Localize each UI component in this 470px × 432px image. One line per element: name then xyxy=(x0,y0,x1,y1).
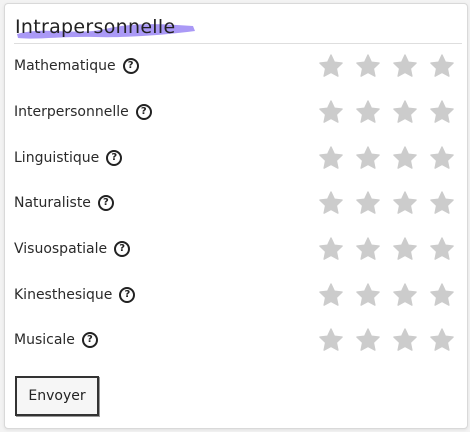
rating-label: Kinesthesique xyxy=(14,287,113,303)
card-title: Intrapersonnelle xyxy=(15,16,176,38)
star-icon[interactable] xyxy=(318,190,344,216)
rating-label: Naturaliste xyxy=(14,195,91,211)
rating-label: Linguistique xyxy=(14,150,100,166)
star-icon[interactable] xyxy=(429,282,455,308)
star-icon[interactable] xyxy=(429,327,455,353)
help-icon[interactable]: ? xyxy=(114,241,131,257)
star-rating xyxy=(318,190,455,216)
star-icon[interactable] xyxy=(355,145,381,171)
star-rating xyxy=(318,282,455,308)
star-rating xyxy=(318,145,455,171)
star-rating xyxy=(318,236,455,262)
rating-label: Musicale xyxy=(14,332,75,348)
star-icon[interactable] xyxy=(392,53,418,79)
rating-row-naturaliste: Naturaliste ? xyxy=(14,183,455,223)
help-icon[interactable]: ? xyxy=(119,287,136,303)
rating-row-mathematique: Mathematique ? xyxy=(14,46,455,86)
star-icon[interactable] xyxy=(355,190,381,216)
star-rating xyxy=(318,99,455,125)
rating-label: Visuospatiale xyxy=(14,241,108,257)
rating-row-interpersonnelle: Interpersonnelle ? xyxy=(14,92,455,132)
rating-row-musicale: Musicale ? xyxy=(14,320,455,360)
help-icon[interactable]: ? xyxy=(135,104,152,120)
star-icon[interactable] xyxy=(318,327,344,353)
rating-row-kinesthesique: Kinesthesique ? xyxy=(14,275,455,315)
star-rating xyxy=(318,53,455,79)
star-icon[interactable] xyxy=(318,236,344,262)
help-icon[interactable]: ? xyxy=(106,150,123,166)
submit-button[interactable]: Envoyer xyxy=(15,376,99,416)
rating-label: Interpersonnelle xyxy=(14,104,129,120)
rating-row-visuospatiale: Visuospatiale ? xyxy=(14,229,455,269)
star-icon[interactable] xyxy=(318,99,344,125)
help-icon[interactable]: ? xyxy=(81,332,98,348)
star-icon[interactable] xyxy=(355,53,381,79)
star-icon[interactable] xyxy=(355,327,381,353)
star-icon[interactable] xyxy=(355,282,381,308)
star-icon[interactable] xyxy=(392,190,418,216)
star-icon[interactable] xyxy=(355,236,381,262)
star-icon[interactable] xyxy=(429,236,455,262)
star-icon[interactable] xyxy=(429,53,455,79)
star-icon[interactable] xyxy=(392,236,418,262)
header-divider xyxy=(14,43,462,44)
star-icon[interactable] xyxy=(318,53,344,79)
star-icon[interactable] xyxy=(318,282,344,308)
star-icon[interactable] xyxy=(429,99,455,125)
star-icon[interactable] xyxy=(392,145,418,171)
star-icon[interactable] xyxy=(355,99,381,125)
help-icon[interactable]: ? xyxy=(122,58,139,74)
star-icon[interactable] xyxy=(429,190,455,216)
rating-label: Mathematique xyxy=(14,58,116,74)
help-icon[interactable]: ? xyxy=(97,195,114,211)
card-header: Intrapersonnelle xyxy=(15,11,195,43)
star-icon[interactable] xyxy=(392,99,418,125)
rating-row-linguistique: Linguistique ? xyxy=(14,138,455,178)
star-icon[interactable] xyxy=(392,327,418,353)
star-rating xyxy=(318,327,455,353)
star-icon[interactable] xyxy=(318,145,344,171)
star-icon[interactable] xyxy=(429,145,455,171)
star-icon[interactable] xyxy=(392,282,418,308)
rating-card: Intrapersonnelle Mathematique ? Interper… xyxy=(4,3,468,429)
